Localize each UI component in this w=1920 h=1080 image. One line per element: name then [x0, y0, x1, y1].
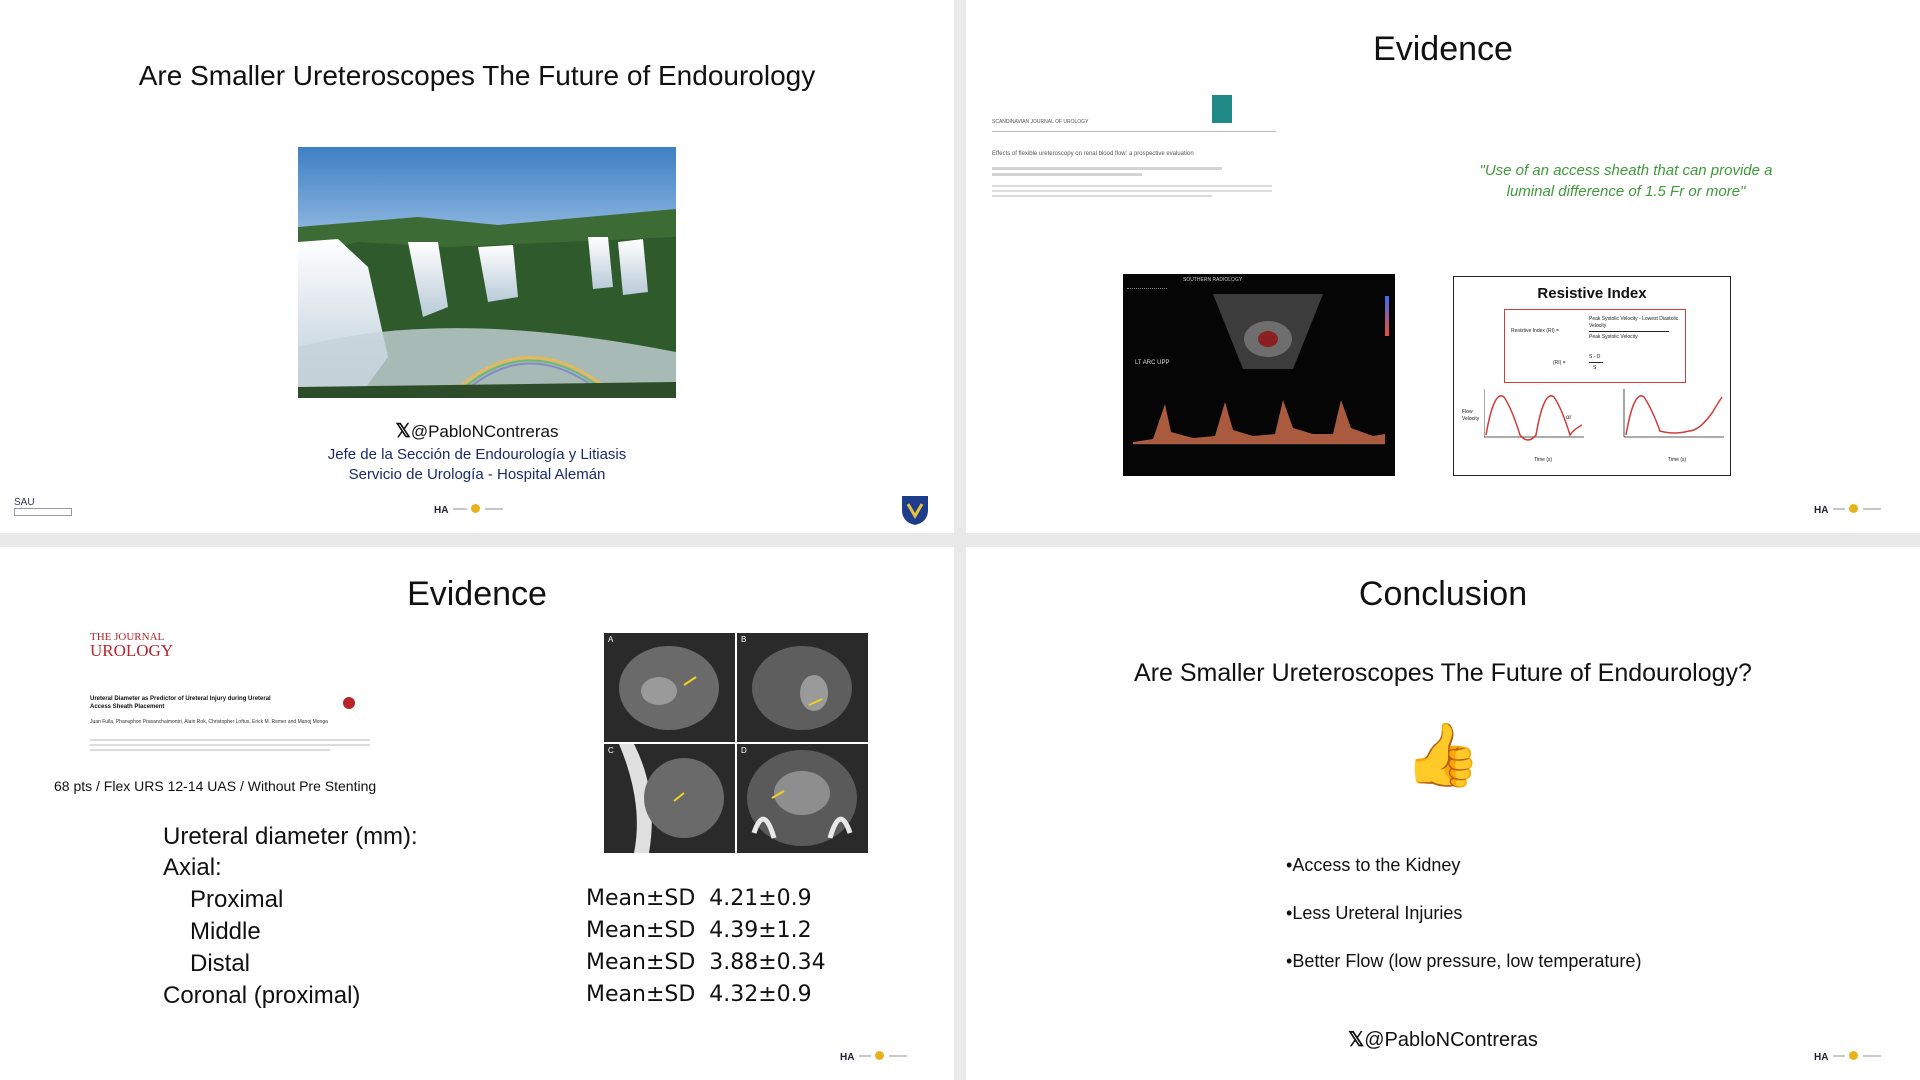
- ha-logo-text: HA: [434, 505, 449, 516]
- conclusion-question: Are Smaller Ureteroscopes The Future of …: [1134, 659, 1752, 687]
- article-title: Ureteral Diameter as Predictor of Ureter…: [90, 696, 271, 710]
- doppler-ultrasound-image: SOUTHERN RADIOLOGY LT ARC UPP: [1123, 274, 1395, 476]
- article-journal: SCANDINAVIAN JOURNAL OF UROLOGY: [992, 119, 1089, 125]
- hospital-aleman-logo: HA: [840, 1047, 907, 1065]
- study-summary: 68 pts / Flex URS 12-14 UAS / Without Pr…: [54, 778, 377, 794]
- ha-logo-text: HA: [1814, 505, 1829, 516]
- ri-flow-label: Flow Velocity: [1462, 409, 1480, 422]
- ri-s: S: [1593, 365, 1597, 371]
- twitter-handle-text: @PabloNContreras: [1364, 1029, 1538, 1051]
- hospital-aleman-logo: HA: [1814, 500, 1881, 518]
- article-title: Effects of flexible ureteroscopy on rena…: [992, 151, 1194, 157]
- ri-numerator: Peak Systolic Velocity - Lowest Diastoli…: [1589, 316, 1679, 329]
- bullet-item: •Access to the Kidney: [1286, 855, 1460, 876]
- row-label-proximal: Proximal: [190, 886, 284, 913]
- sun-icon: [875, 1051, 885, 1061]
- axial-label: Axial:: [163, 854, 222, 881]
- ri-or: or: [1566, 415, 1572, 421]
- slide-title-text: Evidence: [1373, 30, 1513, 68]
- row-value-middle: Mean±SD 4.39±1.2: [586, 918, 812, 943]
- ri-formula-label: Resistive Index (RI) =: [1511, 328, 1559, 334]
- waterfall-photo: [298, 147, 676, 398]
- shield-icon: [902, 496, 928, 525]
- ct-scan-grid: A B C D: [604, 633, 868, 853]
- bullet-item: •Better Flow (low pressure, low temperat…: [1286, 951, 1641, 972]
- bullet-text: Access to the Kidney: [1292, 855, 1461, 875]
- doppler-waveform: [1133, 400, 1385, 445]
- resistive-index-diagram: Resistive Index Resistive Index (RI) = P…: [1453, 276, 1731, 476]
- hospital-aleman-logo: HA: [1814, 1047, 1881, 1065]
- ultrasound-header: SOUTHERN RADIOLOGY: [1183, 277, 1243, 283]
- slide-title-text: Evidence: [407, 575, 547, 613]
- slide-title-text: Conclusion: [1358, 575, 1528, 613]
- slide-title: Are Smaller Ureteroscopes The Future of …: [0, 0, 954, 533]
- hospital-aleman-logo: HA: [434, 500, 503, 518]
- ri-title: Resistive Index: [1537, 285, 1647, 302]
- bullet-item: •Less Ureteral Injuries: [1286, 903, 1462, 924]
- measure-header: Ureteral diameter (mm):: [163, 823, 418, 850]
- journal-bottom: UROLOGY: [90, 641, 174, 660]
- article-authors: Juan Fulla, Phanuphon Prasanchaimontri, …: [90, 719, 328, 725]
- bullet-text: Better Flow (low pressure, low temperatu…: [1292, 951, 1642, 971]
- crossmark-icon: [343, 697, 355, 709]
- sheath-quote: "Use of an access sheath that can provid…: [1479, 162, 1773, 200]
- ri-sd: S - D: [1589, 354, 1601, 360]
- sau-logo: SAU: [14, 497, 72, 516]
- sun-icon: [471, 504, 481, 514]
- sun-icon: [1849, 504, 1859, 514]
- ct-label-a: A: [608, 635, 614, 644]
- row-label-distal: Distal: [190, 950, 251, 977]
- slide-conclusion: Conclusion Are Smaller Ureteroscopes The…: [966, 547, 1920, 1080]
- thumbs-up-icon: 👍: [1404, 718, 1482, 791]
- ha-logo-text: HA: [1814, 1052, 1829, 1063]
- row-label-coronal: Coronal (proximal): [163, 982, 361, 1009]
- speaker-role: Jefe de la Sección de Endourología y Lit…: [327, 446, 627, 463]
- row-value-coronal: Mean±SD 4.32±0.9: [586, 982, 812, 1007]
- twitter-handle-text: @PabloNContreras: [410, 422, 559, 441]
- ri-formula-box: Resistive Index (RI) = Peak Systolic Vel…: [1504, 309, 1686, 383]
- bullet-text: Less Ureteral Injuries: [1292, 903, 1463, 923]
- row-label-middle: Middle: [190, 918, 261, 945]
- speaker-service: Servicio de Urología - Hospital Alemán: [348, 466, 606, 483]
- ri-time-left: Time (s): [1534, 457, 1553, 463]
- ri-time-right: Time (s): [1668, 457, 1687, 463]
- x-logo-icon: 𝕏: [395, 421, 411, 442]
- slide-evidence-flow: Evidence SCANDINAVIAN JOURNAL OF UROLOGY…: [966, 0, 1920, 533]
- journal-of-urology-logo: THE JOURNAL UROLOGY: [90, 631, 174, 660]
- ct-scans: [604, 633, 868, 853]
- ri-short: (RI) =: [1553, 360, 1566, 366]
- x-logo-icon: 𝕏: [1348, 1029, 1365, 1051]
- sun-icon: [1849, 1051, 1859, 1061]
- article-thumbnail: SCANDINAVIAN JOURNAL OF UROLOGY Effects …: [992, 95, 1276, 215]
- row-value-distal: Mean±SD 3.88±0.34: [586, 950, 826, 975]
- kidney-scan-icon: [1213, 294, 1323, 369]
- sau-logo-text: SAU: [14, 497, 35, 508]
- ct-label-b: B: [741, 635, 747, 644]
- journal-cover-icon: [1212, 95, 1232, 123]
- twitter-handle: 𝕏@PabloNContreras: [966, 1027, 1920, 1052]
- slide-evidence-diameter: Evidence THE JOURNAL UROLOGY Ureteral Di…: [0, 547, 954, 1080]
- ha-logo-text: HA: [840, 1052, 855, 1063]
- ct-label-d: D: [741, 746, 747, 755]
- ri-denominator: Peak Systolic Velocity: [1589, 334, 1638, 340]
- ri-waveforms: [1484, 389, 1724, 441]
- row-value-proximal: Mean±SD 4.21±0.9: [586, 886, 812, 911]
- slide-title-text: Are Smaller Ureteroscopes The Future of …: [138, 60, 816, 91]
- ultrasound-label: LT ARC UPP: [1135, 360, 1170, 366]
- twitter-handle: 𝕏@PabloNContreras: [0, 420, 954, 443]
- ct-label-c: C: [608, 746, 614, 755]
